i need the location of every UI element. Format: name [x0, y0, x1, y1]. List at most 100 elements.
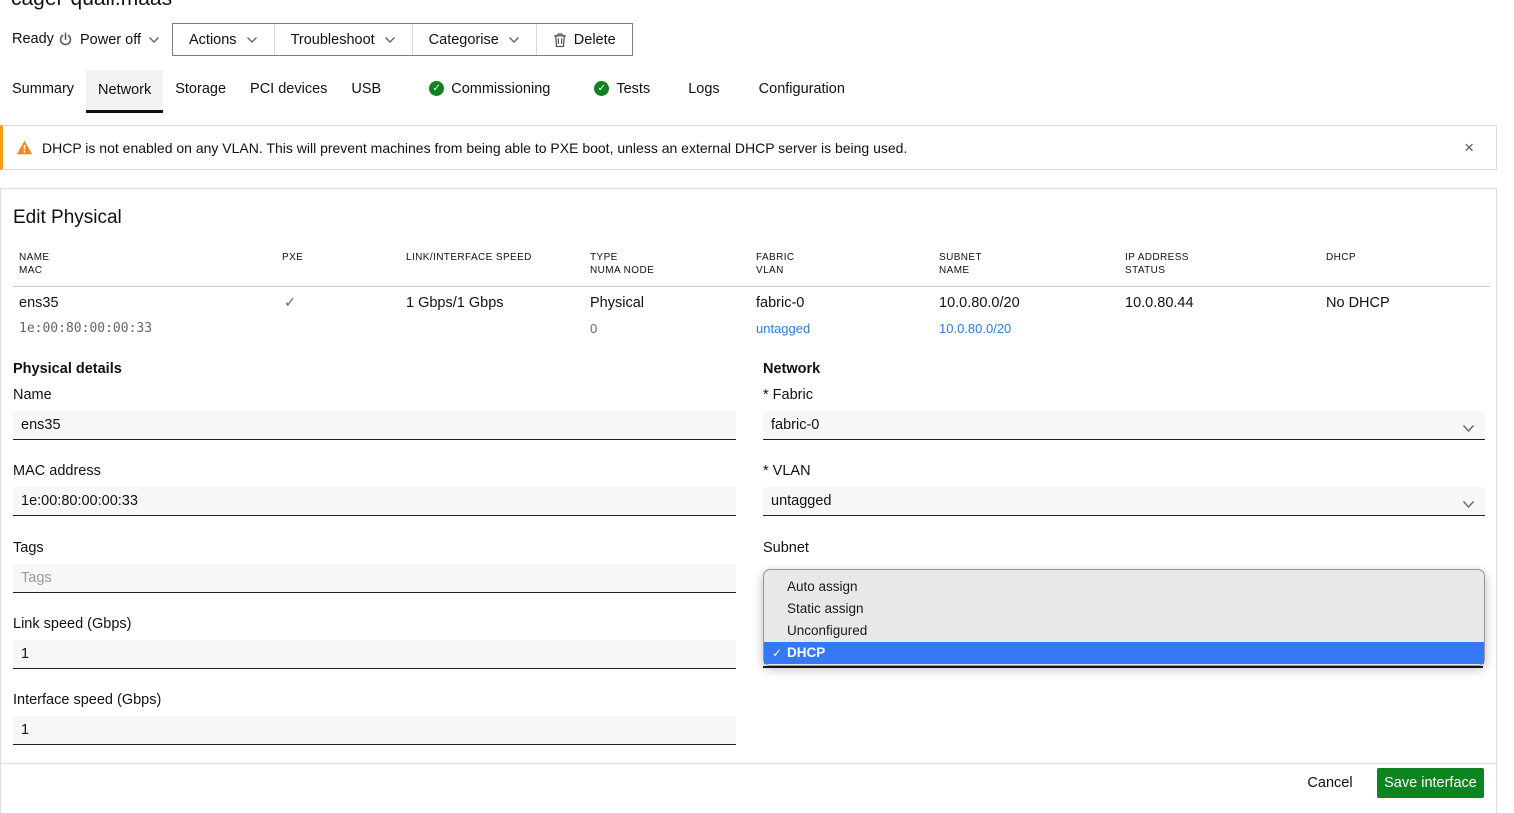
- tags-input[interactable]: [13, 564, 736, 593]
- chevron-down-icon: [508, 36, 520, 44]
- tab-label: Configuration: [759, 81, 845, 97]
- vlan-label: * VLAN: [763, 463, 811, 479]
- cell-type-numa: Physical 0: [590, 294, 644, 338]
- cancel-button[interactable]: Cancel: [1297, 772, 1363, 794]
- power-icon: [58, 32, 73, 47]
- subnet-select-underline: [763, 666, 1483, 668]
- check-icon: ✓: [772, 642, 786, 664]
- vlan-link[interactable]: untagged: [756, 319, 810, 338]
- tab-label: USB: [351, 81, 381, 97]
- tab-network[interactable]: Network: [86, 70, 163, 113]
- mac-address-input[interactable]: [13, 487, 736, 516]
- tab-commissioning[interactable]: ✓ Commissioning: [417, 70, 562, 110]
- col-header-dhcp: DHCP: [1326, 251, 1356, 264]
- dhcp-warning-banner: DHCP is not enabled on any VLAN. This wi…: [0, 125, 1497, 170]
- chevron-down-icon: [1462, 497, 1475, 513]
- tab-logs[interactable]: Logs: [676, 70, 731, 110]
- chevron-down-icon: [1462, 421, 1475, 437]
- dropdown-option-unconfigured[interactable]: Unconfigured: [764, 620, 1484, 642]
- tab-label: Tests: [616, 81, 650, 97]
- check-circle-icon: ✓: [429, 81, 444, 96]
- interface-speed-label: Interface speed (Gbps): [13, 692, 161, 708]
- subnet-link[interactable]: 10.0.80.0/20: [939, 319, 1020, 338]
- interface-speed-input[interactable]: [13, 716, 736, 745]
- power-menu-label: Power off: [80, 32, 141, 48]
- vlan-select[interactable]: untagged: [763, 487, 1485, 516]
- interface-name: ens35: [19, 295, 59, 311]
- close-icon[interactable]: ×: [1464, 138, 1474, 158]
- status-bar: Ready Power off Actions Troubleshoot Cat…: [0, 23, 1514, 57]
- trash-icon: [553, 32, 567, 48]
- chevron-down-icon: [246, 36, 258, 44]
- numa-node: 0: [590, 319, 644, 338]
- categorise-menu-label: Categorise: [429, 32, 499, 48]
- fabric-label: * Fabric: [763, 387, 813, 403]
- delete-button-label: Delete: [574, 32, 616, 48]
- fabric-name: fabric-0: [756, 295, 804, 311]
- troubleshoot-menu-label: Troubleshoot: [291, 32, 375, 48]
- warning-triangle-icon: [16, 140, 33, 155]
- tab-tests[interactable]: ✓ Tests: [582, 70, 662, 110]
- footer-divider: [1, 763, 1498, 764]
- power-menu-button[interactable]: Power off: [58, 23, 160, 56]
- delete-button[interactable]: Delete: [536, 24, 632, 55]
- cell-ip-address: 10.0.80.44: [1125, 294, 1194, 313]
- col-header-type-numa: TYPENUMA NODE: [590, 251, 654, 277]
- col-header-pxe: PXE: [282, 251, 303, 264]
- mac-address-label: MAC address: [13, 463, 101, 479]
- cell-name-mac: ens35 1e:00:80:00:00:33: [19, 294, 152, 338]
- col-header-link-speed: LINK/INTERFACE SPEED: [406, 251, 532, 264]
- dropdown-option-auto-assign[interactable]: Auto assign: [764, 576, 1484, 598]
- chevron-down-icon: [148, 36, 160, 44]
- tags-label: Tags: [13, 540, 44, 556]
- col-header-fabric-vlan: FABRICVLAN: [756, 251, 795, 277]
- tab-configuration[interactable]: Configuration: [747, 70, 857, 110]
- link-speed-input[interactable]: [13, 640, 736, 669]
- col-header-subnet-name: SUBNETNAME: [939, 251, 982, 277]
- troubleshoot-menu-button[interactable]: Troubleshoot: [274, 24, 412, 55]
- chevron-down-icon: [384, 36, 396, 44]
- edit-physical-panel: Edit Physical NAMEMAC PXE LINK/INTERFACE…: [0, 188, 1497, 813]
- fabric-select-value: fabric-0: [771, 417, 819, 433]
- tab-label: Storage: [175, 81, 226, 97]
- interface-mac: 1e:00:80:00:00:33: [19, 319, 152, 338]
- table-header-divider: [13, 286, 1490, 287]
- fabric-select[interactable]: fabric-0: [763, 411, 1485, 440]
- tab-storage[interactable]: Storage: [163, 70, 238, 110]
- subnet-dropdown-menu: Auto assign Static assign Unconfigured ✓…: [763, 569, 1485, 666]
- vlan-select-value: untagged: [771, 493, 831, 509]
- col-header-name-mac: NAMEMAC: [19, 251, 50, 277]
- machine-tabs: Summary Network Storage PCI devices USB …: [0, 70, 857, 113]
- interface-type: Physical: [590, 295, 644, 311]
- dropdown-option-static-assign[interactable]: Static assign: [764, 598, 1484, 620]
- link-speed-label: Link speed (Gbps): [13, 616, 131, 632]
- check-circle-icon: ✓: [594, 81, 609, 96]
- tab-label: PCI devices: [250, 81, 327, 97]
- tab-label: Summary: [12, 81, 74, 97]
- physical-details-title: Physical details: [13, 361, 122, 377]
- dropdown-option-dhcp[interactable]: ✓ DHCP: [764, 642, 1484, 664]
- machine-status: Ready: [12, 23, 54, 56]
- cell-link-speed: 1 Gbps/1 Gbps: [406, 294, 504, 313]
- tab-label: Network: [98, 82, 151, 98]
- pxe-check-icon: ✓: [284, 294, 296, 313]
- network-section-title: Network: [763, 361, 820, 377]
- actions-menu-button[interactable]: Actions: [173, 24, 274, 55]
- subnet-cidr: 10.0.80.0/20: [939, 295, 1020, 311]
- cell-subnet-name: 10.0.80.0/20 10.0.80.0/20: [939, 294, 1020, 338]
- cell-fabric-vlan: fabric-0 untagged: [756, 294, 810, 338]
- actions-menu-label: Actions: [189, 32, 237, 48]
- tab-usb[interactable]: USB: [339, 70, 393, 110]
- page-title: cager-quail.maas: [11, 0, 172, 11]
- tab-pci-devices[interactable]: PCI devices: [238, 70, 339, 110]
- categorise-menu-button[interactable]: Categorise: [412, 24, 536, 55]
- name-input[interactable]: [13, 411, 736, 440]
- warning-message: DHCP is not enabled on any VLAN. This wi…: [42, 140, 907, 156]
- dropdown-option-label: DHCP: [787, 645, 825, 660]
- save-interface-button[interactable]: Save interface: [1377, 768, 1484, 798]
- machine-actions-group: Actions Troubleshoot Categorise Delete: [172, 23, 633, 56]
- tab-label: Logs: [688, 81, 719, 97]
- col-header-ip-status: IP ADDRESSSTATUS: [1125, 251, 1189, 277]
- tab-summary[interactable]: Summary: [0, 70, 86, 110]
- name-label: Name: [13, 387, 52, 403]
